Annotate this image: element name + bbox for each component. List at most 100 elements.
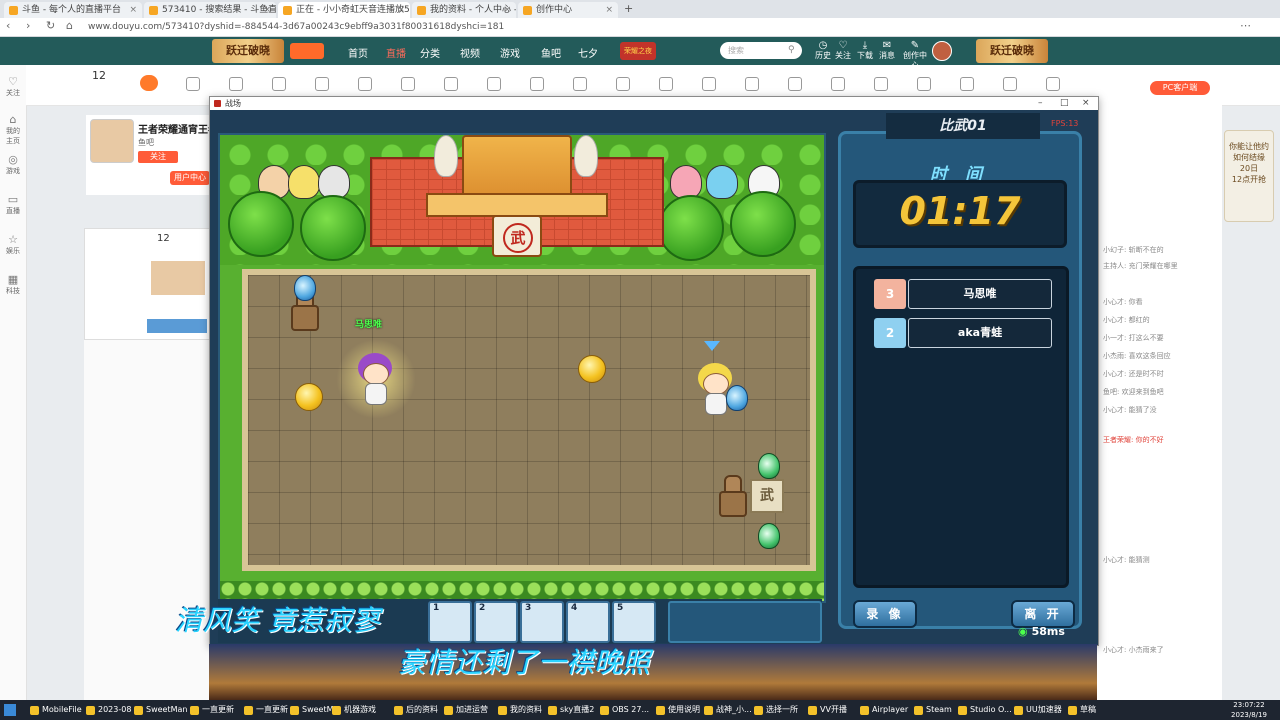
close-tab-icon[interactable]: × — [263, 2, 271, 18]
side-promo[interactable]: 你能让他约 如何结缘 20日 12点开抢 — [1224, 130, 1274, 222]
leave-button[interactable]: 离 开 — [1011, 600, 1075, 628]
taskbar-item[interactable]: 机器游戏 — [330, 702, 376, 718]
taskbar-item[interactable]: 后的资料 — [392, 702, 438, 718]
history-icon[interactable]: ◷ 历史 — [812, 41, 834, 61]
minimize-icon[interactable]: – — [1038, 97, 1043, 110]
toolbar-icon[interactable] — [186, 77, 200, 91]
maximize-icon[interactable]: □ — [1060, 97, 1069, 110]
toolbar-icon[interactable] — [831, 77, 845, 91]
toolbar-icon[interactable] — [315, 77, 329, 91]
player-row[interactable]: 3 马思唯 — [874, 279, 1052, 309]
message-icon[interactable]: ✉ 消息 — [876, 41, 898, 61]
item-slot-3[interactable]: 3 — [520, 601, 564, 643]
browser-tab-active[interactable]: 正在 - 小小奇虹天音连播放573410× — [278, 2, 410, 18]
taskbar-item[interactable]: UU加速器 — [1012, 702, 1062, 718]
taskbar-item[interactable]: Studio O... — [956, 702, 1012, 718]
reload-icon[interactable]: ↻ — [46, 19, 55, 32]
toolbar-icon[interactable] — [272, 77, 286, 91]
event-logo-right[interactable]: 跃迁破晓 — [976, 39, 1048, 63]
follow-icon[interactable]: ♡ 关注 — [832, 41, 854, 61]
toolbar-icon[interactable] — [616, 77, 630, 91]
taskbar-item[interactable]: 一直更新 — [188, 702, 234, 718]
arena-floor[interactable]: 武 — [242, 269, 816, 571]
taskbar-item[interactable]: MobileFile — [28, 702, 82, 718]
close-tab-icon[interactable]: × — [605, 2, 613, 18]
player-row[interactable]: 2 aka青蛙 — [874, 318, 1052, 348]
taskbar-item[interactable]: SweetMan — [132, 702, 187, 718]
toolbar-icon[interactable] — [229, 77, 243, 91]
taskbar-item[interactable]: sky直播2 — [546, 702, 594, 718]
toolbar-icon[interactable] — [917, 77, 931, 91]
taskbar-item[interactable]: 一直更新 — [242, 702, 288, 718]
close-tab-icon[interactable]: × — [129, 2, 137, 18]
taskbar-item[interactable]: 草稿 — [1066, 702, 1096, 718]
nav-qixi[interactable]: 七夕 — [578, 45, 598, 60]
taskbar-item[interactable]: 加进运营 — [442, 702, 488, 718]
item-slot-1[interactable]: 1 — [428, 601, 472, 643]
taskbar-item[interactable]: 我的资料 — [496, 702, 542, 718]
pc-client-button[interactable]: PC客户端 — [1150, 81, 1210, 95]
taskbar-item[interactable]: 战神_小... — [702, 702, 752, 718]
toolbar-icon[interactable] — [788, 77, 802, 91]
toolbar-icon[interactable] — [487, 77, 501, 91]
browser-tab[interactable]: 我的资料 - 个人中心 - 斗鱼× — [412, 2, 516, 18]
toolbar-icon[interactable] — [530, 77, 544, 91]
toolbar-icon[interactable] — [358, 77, 372, 91]
rail-home[interactable]: ⌂ 我的主页 — [3, 113, 23, 146]
item-slot-2[interactable]: 2 — [474, 601, 518, 643]
nav-home[interactable]: 首页 — [348, 45, 368, 60]
user-center-badge[interactable]: 用户中心 — [170, 171, 210, 185]
home-icon[interactable]: ⌂ — [66, 19, 73, 32]
follow-button[interactable]: 关注 — [138, 151, 178, 163]
forward-icon[interactable]: › — [26, 19, 30, 32]
toolbar-icon[interactable] — [1046, 77, 1060, 91]
taskbar-item[interactable]: Airplayer — [858, 702, 908, 718]
toolbar-icon[interactable] — [401, 77, 415, 91]
event-badge[interactable]: 荣耀之夜 — [620, 42, 656, 60]
toolbar-icon[interactable] — [573, 77, 587, 91]
menu-icon[interactable]: ⋯ — [1240, 19, 1251, 32]
nav-video[interactable]: 视频 — [460, 45, 480, 60]
system-clock[interactable]: 23:07:22 2023/8/19 — [1224, 700, 1274, 720]
toolbar-icon[interactable] — [702, 77, 716, 91]
start-button-icon[interactable] — [4, 704, 16, 716]
rail-game[interactable]: ◎ 游戏 — [3, 153, 23, 176]
related-thumbnail[interactable] — [151, 261, 205, 295]
nav-live[interactable]: 直播 — [386, 45, 406, 60]
download-icon[interactable]: ⤓ 下载 — [854, 41, 876, 61]
nav-fishbar[interactable]: 鱼吧 — [541, 45, 561, 60]
new-tab-button[interactable]: + — [624, 2, 633, 15]
rail-entertainment[interactable]: ☆ 娱乐 — [3, 233, 23, 256]
taskbar-item[interactable]: OBS 27... — [598, 702, 649, 718]
game-stage[interactable]: 武 武 马思唯 — [218, 133, 826, 603]
taskbar-item[interactable]: Steam — [912, 702, 952, 718]
taskbar-item[interactable]: 使用说明 — [654, 702, 700, 718]
browser-tab[interactable]: 573410 - 搜索结果 - 斗鱼直播 × — [144, 2, 276, 18]
taskbar-item[interactable]: VV开播 — [806, 702, 847, 718]
item-slot-4[interactable]: 4 — [566, 601, 610, 643]
url-field[interactable]: www.douyu.com/573410?dyshid=-884544-3d67… — [88, 20, 988, 34]
user-avatar[interactable] — [932, 41, 952, 61]
close-tab-icon[interactable]: × — [397, 2, 405, 18]
rail-follow[interactable]: ♡ 关注 — [3, 75, 23, 98]
toolbar-icon[interactable] — [1003, 77, 1017, 91]
toolbar-icon[interactable] — [444, 77, 458, 91]
streamer-avatar[interactable] — [90, 119, 134, 163]
rail-live[interactable]: ▭ 直播 — [3, 193, 23, 216]
toolbar-icon[interactable] — [745, 77, 759, 91]
browser-tab[interactable]: 创作中心 × — [518, 2, 618, 18]
toolbar-icon[interactable] — [874, 77, 888, 91]
streamer-name[interactable]: 鱼吧 — [138, 137, 154, 148]
toolbar-icon[interactable] — [960, 77, 974, 91]
close-tab-icon[interactable]: × — [503, 2, 511, 18]
search-icon[interactable]: ⚲ — [788, 45, 795, 55]
event-logo[interactable]: 跃迁破晓 — [212, 39, 284, 63]
browser-tab[interactable]: 斗鱼 - 每个人的直播平台 × — [4, 2, 142, 18]
back-icon[interactable]: ‹ — [6, 19, 10, 32]
toolbar-icon[interactable] — [659, 77, 673, 91]
item-slot-5[interactable]: 5 — [612, 601, 656, 643]
record-button[interactable]: 录 像 — [853, 600, 917, 628]
nav-category[interactable]: 分类 — [420, 45, 440, 60]
taskbar-item[interactable]: 2023-08 — [84, 702, 131, 718]
close-icon[interactable]: × — [1082, 97, 1090, 110]
